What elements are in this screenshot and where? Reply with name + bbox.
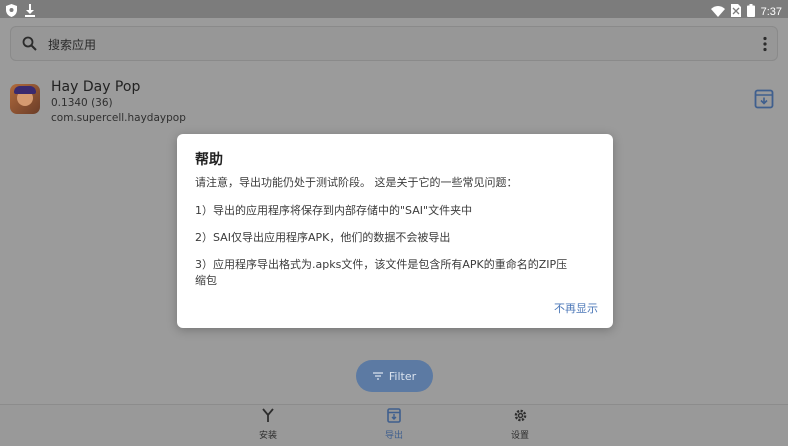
- dialog-item-1: 1）导出的应用程序将保存到内部存储中的"SAI"文件夹中: [195, 204, 473, 217]
- nav-install-label: 安装: [258, 431, 277, 441]
- dont-show-again-button[interactable]: 不再显示: [554, 300, 598, 316]
- help-dialog: 帮助 请注意，导出功能仍处于测试阶段。 这是关于它的一些常见问题： 1）导出的应…: [177, 134, 613, 328]
- dialog-item-3: 3）应用程序导出格式为.apks文件，该文件是包含所有APK的重命名的ZIP压: [195, 258, 568, 271]
- install-icon: [261, 408, 275, 427]
- nav-settings[interactable]: 设置: [490, 408, 550, 441]
- nav-settings-label: 设置: [510, 431, 529, 441]
- export-icon: [387, 408, 401, 427]
- export-app-icon[interactable]: [754, 89, 774, 113]
- nav-install[interactable]: 安装: [238, 408, 298, 441]
- search-input[interactable]: 搜索应用: [48, 36, 96, 53]
- dialog-item-3-cont: 缩包: [195, 274, 217, 287]
- app-version: 0.1340 (36): [51, 97, 113, 109]
- filter-button[interactable]: Filter: [356, 360, 433, 392]
- status-bar: 7:37: [0, 0, 788, 18]
- filter-icon: [372, 370, 383, 383]
- bottom-nav: 安装 导出 设置: [0, 404, 788, 446]
- dialog-item-2: 2）SAI仅导出应用程序APK，他们的数据不会被导出: [195, 231, 451, 244]
- more-vert-icon[interactable]: [762, 36, 768, 56]
- app-package: com.supercell.haydaypop: [51, 112, 186, 124]
- search-icon: [22, 36, 37, 55]
- nav-export-label: 导出: [384, 431, 403, 441]
- filter-label: Filter: [388, 369, 417, 383]
- gear-icon: [513, 408, 528, 427]
- dialog-title: 帮助: [195, 152, 223, 168]
- search-bar[interactable]: 搜索应用: [10, 26, 778, 61]
- nav-export[interactable]: 导出: [364, 408, 424, 441]
- clock: 7:37: [760, 5, 782, 18]
- app-icon: [10, 84, 40, 114]
- list-item[interactable]: Hay Day Pop 0.1340 (36) com.supercell.ha…: [0, 76, 788, 128]
- app-name: Hay Day Pop: [51, 79, 141, 95]
- dialog-intro: 请注意，导出功能仍处于测试阶段。 这是关于它的一些常见问题：: [195, 176, 518, 189]
